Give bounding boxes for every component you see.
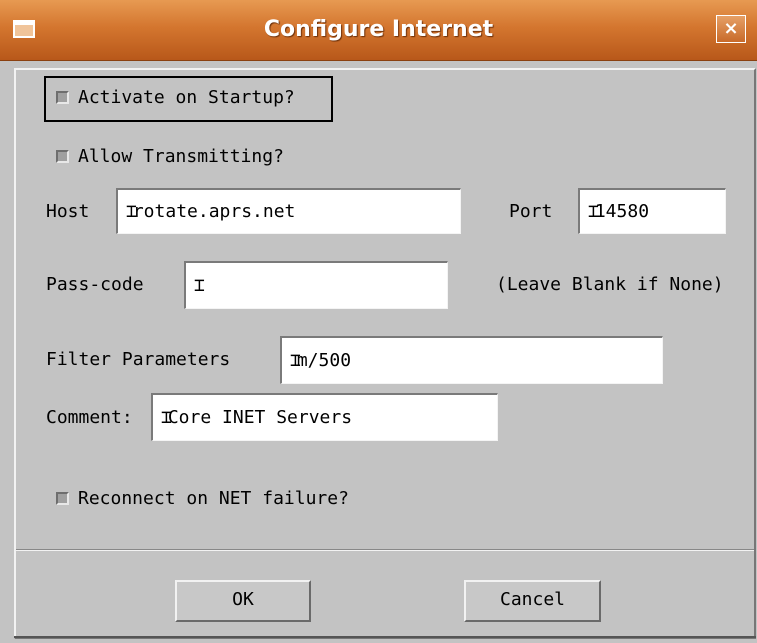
cancel-button[interactable]: Cancel (464, 580, 601, 622)
checkbox-icon[interactable] (56, 492, 69, 505)
title-bar[interactable]: Configure Internet × (0, 0, 757, 61)
activate-on-startup-label: Activate on Startup? (78, 87, 295, 108)
port-value: 14580 (594, 201, 650, 222)
dialog-bottom-edge (14, 636, 756, 638)
passcode-input[interactable]: ⌶ (184, 261, 448, 309)
allow-transmitting-label: Allow Transmitting? (78, 146, 284, 167)
allow-transmitting-checkbox[interactable]: Allow Transmitting? (56, 146, 284, 167)
text-cursor-icon: ⌶ (194, 275, 205, 296)
passcode-hint: (Leave Blank if None) (496, 274, 724, 295)
port-label: Port (509, 201, 553, 222)
comment-label: Comment: (46, 407, 133, 428)
passcode-label: Pass-code (46, 274, 144, 295)
close-button[interactable]: × (716, 15, 746, 43)
configure-internet-dialog: Configure Internet × Activate on Startup… (0, 0, 757, 643)
reconnect-on-failure-label: Reconnect on NET failure? (78, 488, 349, 509)
separator-highlight (16, 550, 754, 551)
filter-value: m/500 (296, 350, 352, 371)
window-title: Configure Internet (263, 17, 494, 42)
filter-input[interactable]: ⌶ m/500 (280, 336, 663, 384)
reconnect-on-failure-checkbox[interactable]: Reconnect on NET failure? (56, 488, 349, 509)
activate-on-startup-checkbox[interactable]: Activate on Startup? (56, 87, 295, 108)
comment-input[interactable]: ⌶ Core INET Servers (151, 393, 498, 441)
checkbox-icon[interactable] (56, 150, 69, 163)
host-label: Host (46, 201, 90, 222)
checkbox-icon[interactable] (56, 91, 69, 104)
port-input[interactable]: ⌶ 14580 (578, 188, 726, 234)
filter-label: Filter Parameters (46, 349, 231, 370)
host-input[interactable]: ⌶ rotate.aprs.net (116, 188, 461, 234)
comment-value: Core INET Servers (167, 407, 353, 428)
host-value: rotate.aprs.net (132, 201, 296, 222)
ok-button[interactable]: OK (175, 580, 311, 622)
